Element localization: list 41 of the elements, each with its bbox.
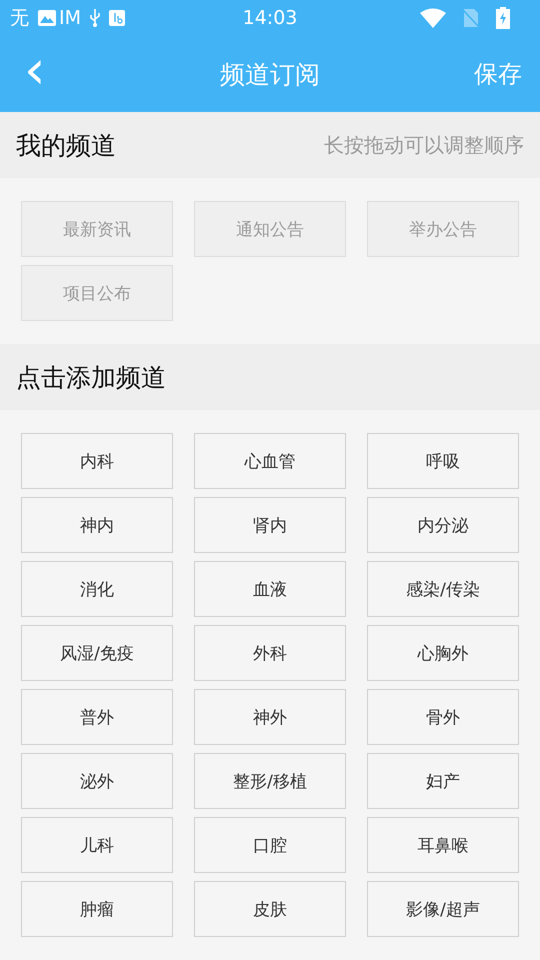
channel-button[interactable]: 消化 xyxy=(21,561,173,617)
usb-icon xyxy=(89,8,101,28)
channel-button: 最新资讯 xyxy=(21,201,173,257)
channel-button[interactable]: 儿科 xyxy=(21,817,173,873)
usb-debug-icon xyxy=(109,10,125,26)
wifi-icon xyxy=(420,8,446,28)
channel-button[interactable]: 整形/移植 xyxy=(194,753,346,809)
channel-button[interactable]: 心胸外 xyxy=(367,625,519,681)
no-sim-icon xyxy=(462,8,480,28)
carrier-text: IM xyxy=(59,7,81,29)
channel-button[interactable]: 神内 xyxy=(21,497,173,553)
channel-button: 项目公布 xyxy=(21,265,173,321)
channel-button[interactable]: 骨外 xyxy=(367,689,519,745)
channel-button: 通知公告 xyxy=(194,201,346,257)
channel-button: 举办公告 xyxy=(367,201,519,257)
channel-button[interactable]: 内科 xyxy=(21,433,173,489)
channel-button[interactable]: 普外 xyxy=(21,689,173,745)
channel-button[interactable]: 口腔 xyxy=(194,817,346,873)
channel-button[interactable]: 影像/超声 xyxy=(367,881,519,937)
channel-button[interactable]: 心血管 xyxy=(194,433,346,489)
channel-button[interactable]: 神外 xyxy=(194,689,346,745)
channel-button[interactable]: 肾内 xyxy=(194,497,346,553)
carrier-text: 无 xyxy=(10,6,29,31)
battery-charging-icon xyxy=(496,7,510,29)
image-icon xyxy=(37,9,57,27)
channel-button[interactable]: 外科 xyxy=(194,625,346,681)
channel-button[interactable]: 泌外 xyxy=(21,753,173,809)
channel-button[interactable]: 皮肤 xyxy=(194,881,346,937)
channel-button[interactable]: 呼吸 xyxy=(367,433,519,489)
channel-button[interactable]: 风湿/免疫 xyxy=(21,625,173,681)
channel-button[interactable]: 耳鼻喉 xyxy=(367,817,519,873)
page-title: 频道订阅 xyxy=(220,58,320,90)
clock-text: 14:03 xyxy=(242,7,298,29)
channel-button[interactable]: 妇产 xyxy=(367,753,519,809)
section-title: 点击添加频道 xyxy=(16,362,166,394)
channel-button[interactable]: 感染/传染 xyxy=(367,561,519,617)
section-title: 我的频道 xyxy=(16,130,116,162)
channel-button[interactable]: 血液 xyxy=(194,561,346,617)
channel-button[interactable]: 肿瘤 xyxy=(21,881,173,937)
channel-button[interactable]: 内分泌 xyxy=(367,497,519,553)
hint-text: 长按拖动可以调整顺序 xyxy=(324,132,524,158)
